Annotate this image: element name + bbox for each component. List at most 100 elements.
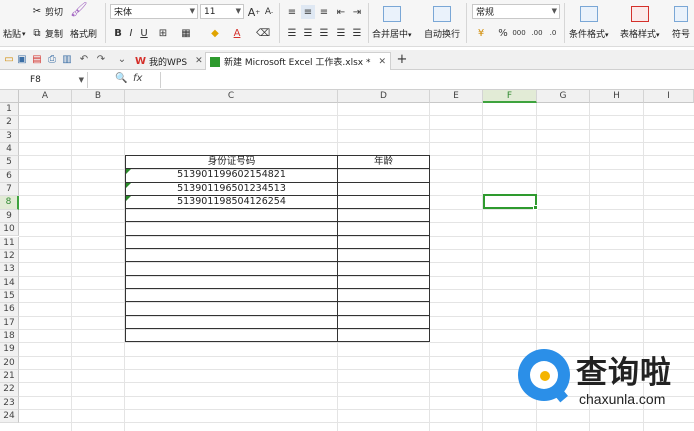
format-painter-button[interactable]: 格式刷 [70,27,97,40]
row-header-11[interactable]: 11 [0,236,19,250]
table-style-button[interactable]: 表格样式▾ [620,6,660,40]
row-header-8[interactable]: 8 [0,196,19,210]
indent-increase-icon[interactable]: ⇥ [350,5,364,19]
decrease-font-button[interactable]: A- [262,5,276,19]
name-box[interactable]: F8 ▼ [0,72,88,88]
column-header-d[interactable]: D [338,90,430,103]
symbol-button[interactable]: 符号 [672,6,690,40]
header-id-number[interactable]: 身份证号码 [125,154,338,170]
thousands-separator-icon[interactable]: 000 [512,26,526,40]
close-icon[interactable]: ✕ [195,56,203,66]
tab-excel-document[interactable]: 新建 Microsoft Excel 工作表.xlsx * ✕ [205,52,391,70]
new-tab-icon[interactable]: + [396,53,408,66]
column-header-a[interactable]: A [19,90,72,103]
column-header-c[interactable]: C [125,90,338,103]
align-center-icon[interactable]: ☰ [301,26,315,40]
row-header-2[interactable]: 2 [0,116,19,130]
zoom-icon[interactable]: 🔍 [115,73,127,84]
row-header-3[interactable]: 3 [0,129,19,144]
column-header-h[interactable]: H [590,90,644,103]
font-name-select[interactable]: 宋体 ▼ [110,4,198,19]
row-header-13[interactable]: 13 [0,263,19,277]
save-icon[interactable]: ▣ [16,54,28,66]
id-cell[interactable]: 513901199602154821 [125,168,338,183]
header-age[interactable]: 年龄 [337,154,430,170]
folder-icon[interactable]: ▭ [3,54,15,66]
row-header-21[interactable]: 21 [0,370,19,384]
empty-cell[interactable] [125,287,338,303]
empty-cell[interactable] [337,287,430,303]
row-header-4[interactable]: 4 [0,143,19,157]
select-all-corner[interactable] [0,90,19,103]
formula-input[interactable] [160,72,694,88]
age-cell[interactable] [337,168,430,183]
distributed-icon[interactable]: ☰ [350,26,364,40]
empty-cell[interactable] [337,234,430,250]
more-icon[interactable]: ⌄ [116,54,128,66]
cut-button[interactable]: ✂ 剪切 [31,5,63,19]
export-pdf-icon[interactable]: ▤ [31,54,43,66]
row-header-7[interactable]: 7 [0,183,19,197]
row-header-6[interactable]: 6 [0,169,19,184]
empty-cell[interactable] [337,248,430,263]
format-painter-icon[interactable]: 🖌 [70,3,88,17]
clear-format-icon[interactable]: ⌫ [256,26,270,40]
row-header-19[interactable]: 19 [0,343,19,357]
empty-cell[interactable] [125,327,338,343]
decrease-decimal-icon[interactable]: .0 [546,26,560,40]
font-size-select[interactable]: 11 ▼ [200,4,244,19]
empty-cell[interactable] [337,261,430,276]
tab-my-wps[interactable]: W 我的WPS ✕ [131,52,207,70]
conditional-format-button[interactable]: 条件格式▾ [569,6,609,40]
fill-pattern-icon[interactable]: ▦ [179,26,193,40]
copy-button[interactable]: ⧉ 复制 [31,27,63,41]
empty-cell[interactable] [125,301,338,316]
undo-icon[interactable]: ↶ [78,54,90,66]
redo-icon[interactable]: ↷ [95,54,107,66]
row-header-12[interactable]: 12 [0,249,19,264]
empty-cell[interactable] [337,221,430,236]
empty-cell[interactable] [125,274,338,289]
borders-icon[interactable]: ⊞ [156,26,170,40]
justify-icon[interactable]: ☰ [334,26,348,40]
print-preview-icon[interactable]: ▥ [61,54,73,66]
column-header-e[interactable]: E [430,90,483,103]
print-icon[interactable]: ⎙ [46,54,58,66]
age-cell[interactable] [337,194,430,210]
row-header-14[interactable]: 14 [0,276,19,290]
empty-cell[interactable] [337,208,430,223]
align-top-icon[interactable]: ≡ [285,5,299,19]
currency-icon[interactable]: ¥ [474,26,488,40]
merge-center-button[interactable]: 合并居中▾ [372,6,412,40]
align-middle-icon[interactable]: ≡ [301,5,315,19]
empty-cell[interactable] [125,261,338,276]
row-header-1[interactable]: 1 [0,103,19,117]
column-header-b[interactable]: B [72,90,125,103]
increase-font-button[interactable]: A + [247,5,261,19]
empty-cell[interactable] [125,208,338,223]
row-header-9[interactable]: 9 [0,209,19,224]
empty-cell[interactable] [125,221,338,236]
row-header-18[interactable]: 18 [0,329,19,344]
empty-cell[interactable] [337,274,430,289]
id-cell[interactable]: 513901198504126254 [125,194,338,210]
row-header-20[interactable]: 20 [0,356,19,370]
id-cell[interactable]: 513901196501234513 [125,181,338,196]
fill-handle[interactable] [533,205,538,210]
row-header-22[interactable]: 22 [0,383,19,397]
italic-button[interactable]: I [124,26,138,40]
selected-cell-f8[interactable] [483,194,538,210]
close-icon[interactable]: ✕ [378,57,386,67]
increase-decimal-icon[interactable]: .00 [530,26,544,40]
percent-button[interactable]: % [496,26,510,40]
align-bottom-icon[interactable]: ≡ [317,5,331,19]
wrap-text-button[interactable]: 自动换行 [424,6,460,40]
indent-decrease-icon[interactable]: ⇤ [334,5,348,19]
row-header-10[interactable]: 10 [0,223,19,237]
column-header-i[interactable]: I [644,90,694,103]
column-header-f[interactable]: F [483,90,537,103]
function-button[interactable]: fx [133,73,142,84]
row-header-5[interactable]: 5 [0,156,19,170]
fill-color-icon[interactable]: ◆ [208,26,222,40]
bold-button[interactable]: B [111,26,125,40]
